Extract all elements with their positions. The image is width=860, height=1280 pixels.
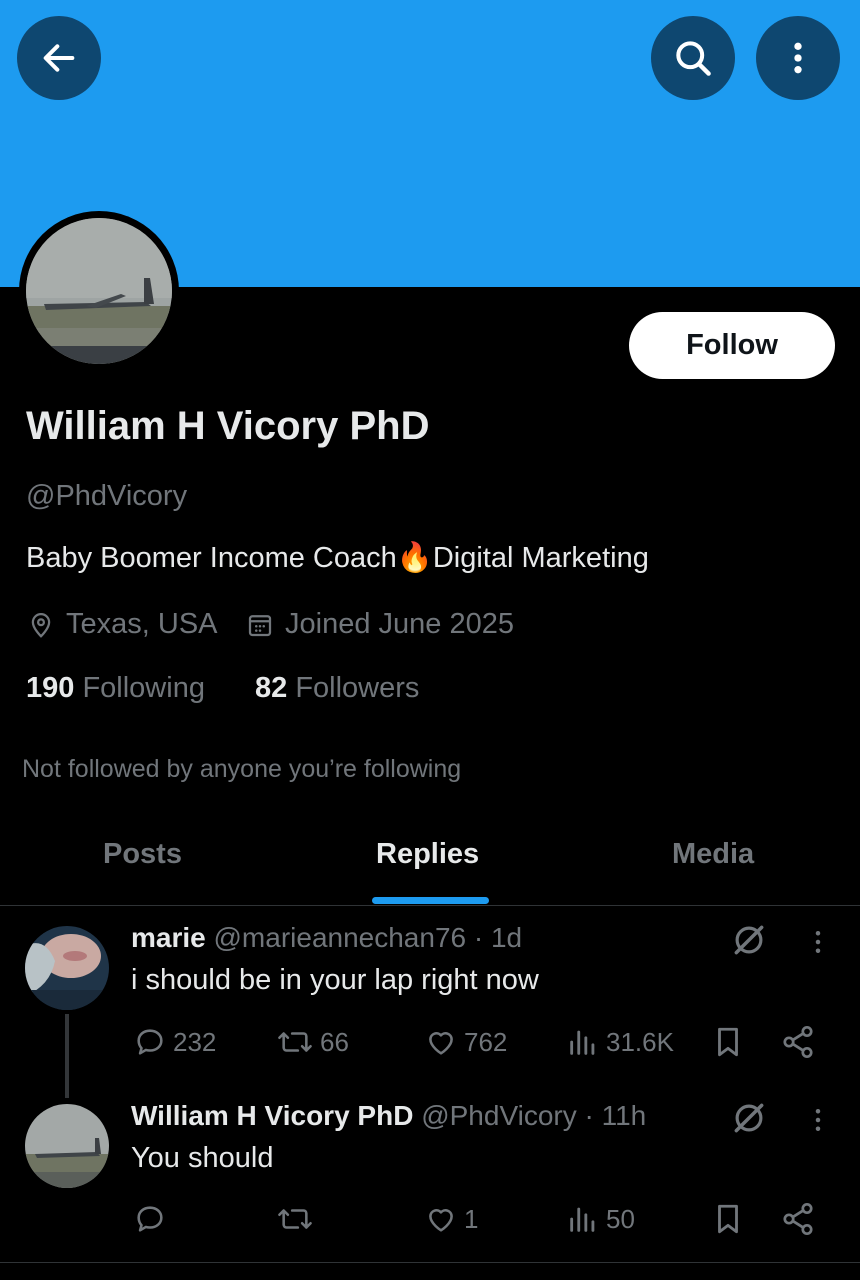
- active-tab-indicator: [372, 897, 489, 904]
- views-icon: [570, 1030, 595, 1055]
- back-button[interactable]: [17, 16, 101, 100]
- repost-icon: [278, 1032, 312, 1052]
- arrow-left-icon: [43, 44, 75, 72]
- search-button[interactable]: [651, 16, 735, 100]
- reply-count: 232: [173, 1026, 217, 1057]
- post-divider: [0, 1262, 860, 1263]
- avatar-photo: [25, 1104, 109, 1188]
- post-author-name[interactable]: William H Vicory PhD: [131, 1100, 413, 1131]
- bookmark-icon[interactable]: [711, 1024, 745, 1060]
- like-count: 1: [464, 1203, 479, 1234]
- repost-button[interactable]: 66: [276, 1025, 349, 1059]
- tabs-divider: [0, 905, 860, 906]
- joined-text: Joined June 2025: [285, 608, 514, 640]
- repost-icon: [278, 1209, 312, 1229]
- following-label: Following: [82, 672, 205, 704]
- followers-label: Followers: [295, 672, 420, 704]
- post-meta: @marieannechan76 · 1d: [213, 922, 523, 953]
- more-vertical-icon: [794, 42, 802, 74]
- reply-icon: [137, 1206, 163, 1232]
- reply-button[interactable]: [133, 1202, 173, 1236]
- reply-button[interactable]: 232: [133, 1025, 216, 1059]
- post-more-icon[interactable]: [803, 1103, 833, 1137]
- tab-posts[interactable]: Posts: [103, 838, 182, 871]
- mutuals-note: Not followed by anyone you’re following: [22, 755, 462, 783]
- share-icon[interactable]: [780, 1201, 816, 1237]
- avatar[interactable]: [25, 1104, 109, 1188]
- location-text: Texas, USA: [66, 608, 218, 640]
- views-button[interactable]: 31.6K: [566, 1025, 674, 1059]
- follow-button[interactable]: Follow: [629, 312, 835, 379]
- bookmark-icon[interactable]: [711, 1201, 745, 1237]
- post-text: You should: [131, 1142, 274, 1174]
- grok-icon[interactable]: [730, 921, 768, 959]
- post-more-icon[interactable]: [803, 925, 833, 959]
- views-count: 31.6K: [606, 1026, 674, 1057]
- views-button[interactable]: 50: [566, 1202, 635, 1236]
- views-count: 50: [606, 1203, 635, 1234]
- post-header: marie @marieannechan76 · 1d: [131, 922, 522, 954]
- search-icon: [676, 41, 711, 76]
- avatar[interactable]: [25, 926, 109, 1010]
- thread-line: [65, 1014, 69, 1098]
- repost-button[interactable]: [276, 1202, 320, 1236]
- tab-media[interactable]: Media: [672, 838, 754, 871]
- share-icon[interactable]: [780, 1024, 816, 1060]
- followers-stat[interactable]: 82 Followers: [255, 672, 419, 705]
- post-text: i should be in your lap right now: [131, 964, 539, 996]
- followers-count: 82: [255, 672, 288, 704]
- like-button[interactable]: 762: [424, 1025, 507, 1059]
- calendar-icon: [248, 614, 272, 636]
- post-header: William H Vicory PhD @PhdVicory · 11h: [131, 1100, 646, 1132]
- following-count: 190: [26, 672, 75, 704]
- heart-icon: [429, 1209, 453, 1232]
- location-pin-icon: [31, 612, 51, 638]
- repost-count: 66: [320, 1026, 349, 1057]
- post-meta: @PhdVicory · 11h: [421, 1100, 647, 1131]
- display-name: William H Vicory PhD: [26, 404, 430, 448]
- more-options-button[interactable]: [756, 16, 840, 100]
- like-button[interactable]: 1: [424, 1202, 478, 1236]
- avatar-photo: [25, 926, 109, 1010]
- heart-icon: [429, 1032, 453, 1055]
- avatar-photo: [26, 218, 172, 364]
- grok-icon[interactable]: [730, 1099, 768, 1137]
- like-count: 762: [464, 1026, 508, 1057]
- reply-icon: [137, 1029, 163, 1055]
- post-author-name[interactable]: marie: [131, 922, 206, 953]
- profile-bio: Baby Boomer Income Coach🔥Digital Marketi…: [26, 542, 649, 574]
- profile-location: Texas, USA: [26, 608, 218, 641]
- profile-avatar[interactable]: [19, 211, 179, 371]
- tab-replies[interactable]: Replies: [376, 838, 479, 871]
- following-stat[interactable]: 190 Following: [26, 672, 205, 705]
- views-icon: [570, 1207, 595, 1232]
- profile-joined: Joined June 2025: [245, 608, 514, 641]
- profile-handle: @PhdVicory: [26, 480, 188, 512]
